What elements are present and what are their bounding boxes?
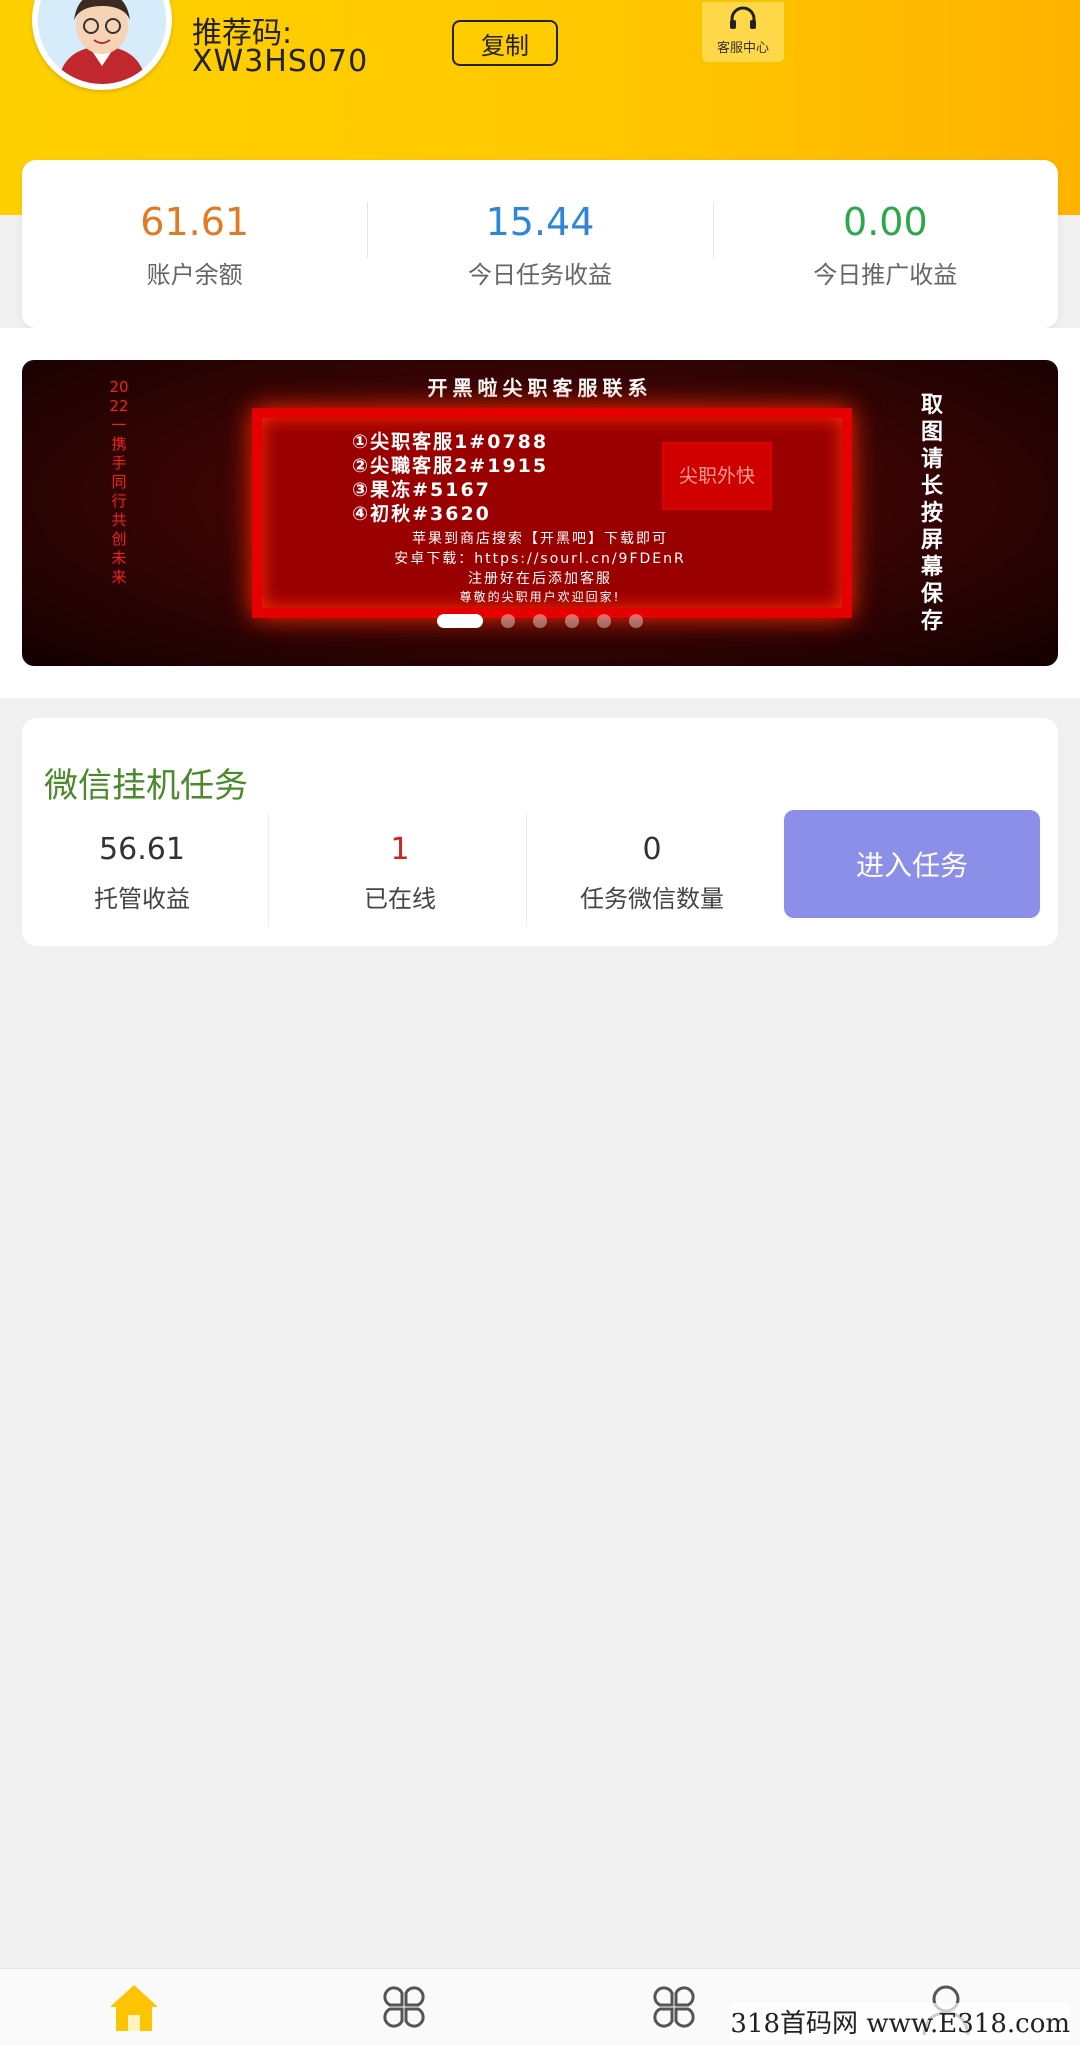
task-stat-label: 托管收益 bbox=[94, 885, 190, 913]
copy-button[interactable]: 复制 bbox=[452, 20, 558, 66]
watermark-text: 318首码网 www.E318.com bbox=[730, 2003, 1070, 2040]
wechat-task-card: 微信挂机任务 56.61 托管收益 1 已在线 0 任务微信数量 进入任务 bbox=[22, 718, 1058, 946]
banner-contact-list: ①尖职客服1#0788 ②尖職客服2#1915 ③果冻#5167 ④初秋#362… bbox=[352, 430, 548, 526]
task-stat-managed-income: 56.61 托管收益 bbox=[22, 814, 262, 932]
nav-discover[interactable] bbox=[644, 1979, 704, 2039]
banner-line: 注册好在后添加客服 bbox=[468, 571, 612, 587]
carousel-dot[interactable] bbox=[501, 614, 515, 628]
banner-title: 开黑啦尖职客服联系 bbox=[427, 376, 653, 400]
task-stat-value: 0 bbox=[642, 832, 662, 867]
banner-stamp: 尖职外快 bbox=[662, 442, 772, 510]
stat-label: 今日任务收益 bbox=[467, 260, 612, 289]
task-stat-label: 任务微信数量 bbox=[580, 885, 724, 913]
stat-value: 0.00 bbox=[843, 199, 928, 244]
carousel-dot[interactable] bbox=[597, 614, 611, 628]
banner-contact-item: ①尖职客服1#0788 bbox=[352, 431, 549, 453]
task-stat-wechat-count: 0 任务微信数量 bbox=[532, 814, 772, 932]
carousel-indicators bbox=[22, 614, 1058, 628]
banner-right-text: 取图请长按屏幕保存 bbox=[920, 393, 943, 634]
grid-icon bbox=[376, 1979, 432, 2039]
carousel-dot-active[interactable] bbox=[437, 614, 483, 628]
stat-today-promotion-income[interactable]: 0.00 今日推广收益 bbox=[712, 160, 1058, 328]
task-stat-online: 1 已在线 bbox=[272, 814, 528, 932]
banner-contact-item: ③果冻#5167 bbox=[352, 479, 491, 501]
task-stat-value: 1 bbox=[390, 832, 410, 867]
task-title: 微信挂机任务 bbox=[44, 766, 248, 806]
customer-service-button[interactable]: 客服中心 bbox=[700, 0, 786, 64]
banner-line: 尊敬的尖职用户欢迎回家! bbox=[459, 590, 621, 604]
enter-task-button[interactable]: 进入任务 bbox=[784, 810, 1040, 918]
stat-label: 账户余额 bbox=[146, 260, 243, 289]
promo-banner[interactable]: 开黑啦尖职客服联系 2022一携手同行共创未来 ①尖职客服1#0788 ②尖職客… bbox=[22, 360, 1058, 666]
carousel-dot[interactable] bbox=[565, 614, 579, 628]
customer-service-label: 客服中心 bbox=[716, 41, 769, 56]
task-stat-label: 已在线 bbox=[364, 885, 436, 913]
carousel-dot[interactable] bbox=[629, 614, 643, 628]
home-icon bbox=[106, 1979, 162, 2039]
banner-contact-item: ④初秋#3620 bbox=[352, 503, 491, 525]
nav-tasks[interactable] bbox=[374, 1979, 434, 2039]
stat-value: 61.61 bbox=[140, 199, 250, 244]
earnings-summary-card: 61.61 账户余额 15.44 今日任务收益 0.00 今日推广收益 bbox=[22, 160, 1058, 328]
banner-line: 苹果到商店搜索【开黑吧】下载即可 bbox=[412, 531, 668, 547]
divider bbox=[526, 814, 527, 926]
banner-line: 安卓下载：https://sourl.cn/9FDEnR bbox=[394, 551, 686, 567]
carousel-dot[interactable] bbox=[533, 614, 547, 628]
divider bbox=[268, 814, 269, 926]
banner-contact-item: ②尖職客服2#1915 bbox=[352, 455, 549, 477]
stat-value: 15.44 bbox=[485, 199, 595, 244]
nav-home[interactable] bbox=[104, 1979, 164, 2039]
grid-icon bbox=[646, 1979, 702, 2039]
referral-code: XW3HS070 bbox=[192, 44, 369, 79]
headset-icon bbox=[727, 5, 759, 37]
stat-label: 今日推广收益 bbox=[813, 260, 958, 289]
stat-today-task-income[interactable]: 15.44 今日任务收益 bbox=[367, 160, 712, 328]
stat-account-balance[interactable]: 61.61 账户余额 bbox=[22, 160, 367, 328]
task-stat-value: 56.61 bbox=[99, 832, 185, 867]
avatar[interactable] bbox=[32, 0, 172, 90]
